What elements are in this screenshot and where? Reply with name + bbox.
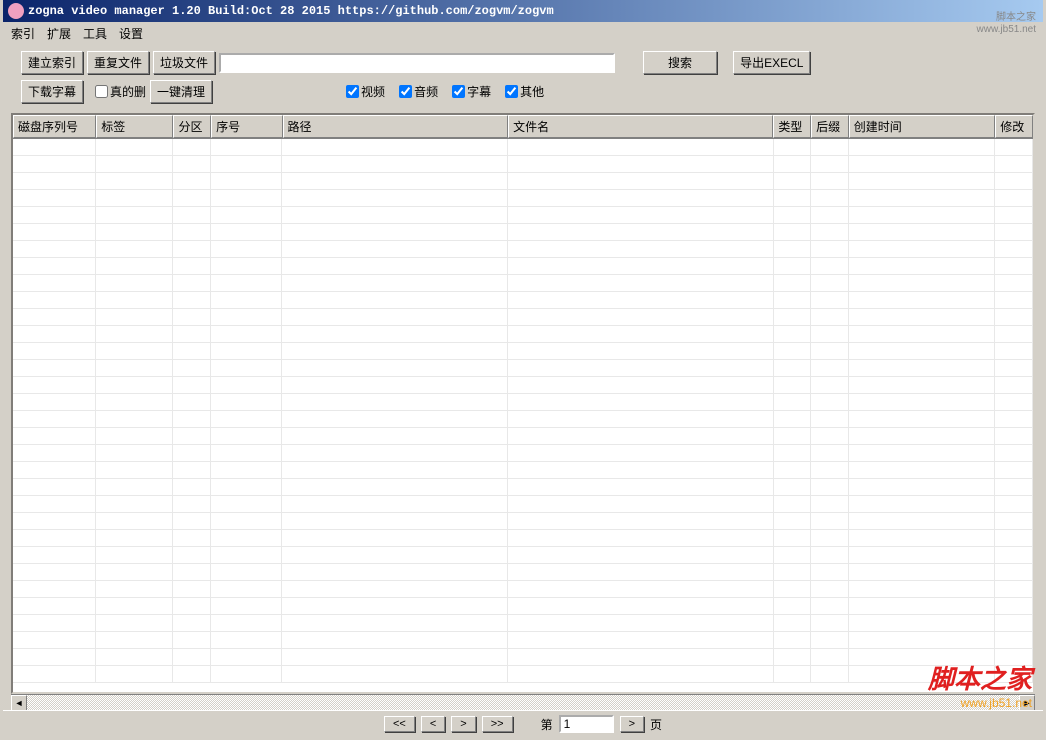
last-page-button[interactable]: >>: [482, 716, 513, 732]
column-header[interactable]: 后缀: [811, 115, 849, 138]
table-row[interactable]: [13, 649, 1033, 666]
export-excel-button[interactable]: 导出EXECL: [733, 51, 810, 74]
page-suffix-label: 页: [650, 716, 662, 733]
table-row[interactable]: [13, 258, 1033, 275]
real-delete-input[interactable]: [95, 85, 108, 98]
menubar: 索引 扩展 工具 设置: [3, 22, 1043, 45]
table-row[interactable]: [13, 513, 1033, 530]
table-row[interactable]: [13, 190, 1033, 207]
table-row[interactable]: [13, 666, 1033, 683]
column-header[interactable]: 序号: [211, 115, 282, 138]
go-page-button[interactable]: >: [620, 716, 644, 732]
menu-settings[interactable]: 设置: [119, 25, 143, 42]
table-row[interactable]: [13, 581, 1033, 598]
restore-file-button[interactable]: 重复文件: [87, 51, 149, 74]
filter-subtitle[interactable]: 字幕: [452, 83, 491, 100]
scroll-left-icon[interactable]: ◄: [11, 695, 27, 711]
table-row[interactable]: [13, 241, 1033, 258]
table-row[interactable]: [13, 224, 1033, 241]
page-number-input[interactable]: [559, 715, 614, 733]
table-row[interactable]: [13, 292, 1033, 309]
table-row[interactable]: [13, 462, 1033, 479]
data-table: 磁盘序列号标签分区序号路径文件名类型后缀创建时间修改: [11, 113, 1035, 694]
table-row[interactable]: [13, 598, 1033, 615]
table-body[interactable]: [13, 139, 1033, 692]
filter-audio[interactable]: 音频: [399, 83, 438, 100]
app-icon: [8, 3, 24, 19]
table-row[interactable]: [13, 428, 1033, 445]
titlebar: zogna video manager 1.20 Build:Oct 28 20…: [3, 0, 1043, 22]
next-page-button[interactable]: >: [451, 716, 475, 732]
column-header[interactable]: 磁盘序列号: [13, 115, 96, 138]
column-header[interactable]: 标签: [96, 115, 173, 138]
page-prefix-label: 第: [541, 716, 553, 733]
scroll-right-icon[interactable]: ►: [1019, 695, 1035, 711]
one-clean-button[interactable]: 一键清理: [150, 80, 212, 103]
table-header-row: 磁盘序列号标签分区序号路径文件名类型后缀创建时间修改: [13, 115, 1033, 139]
download-subtitle-button[interactable]: 下载字幕: [21, 80, 83, 103]
column-header[interactable]: 路径: [283, 115, 509, 138]
build-index-button[interactable]: 建立索引: [21, 51, 83, 74]
table-row[interactable]: [13, 377, 1033, 394]
table-row[interactable]: [13, 615, 1033, 632]
table-row[interactable]: [13, 479, 1033, 496]
table-row[interactable]: [13, 411, 1033, 428]
table-row[interactable]: [13, 632, 1033, 649]
column-header[interactable]: 创建时间: [849, 115, 996, 138]
trash-file-button[interactable]: 垃圾文件: [153, 51, 215, 74]
table-row[interactable]: [13, 343, 1033, 360]
column-header[interactable]: 修改: [995, 115, 1033, 138]
table-row[interactable]: [13, 309, 1033, 326]
window-title: zogna video manager 1.20 Build:Oct 28 20…: [28, 4, 554, 18]
table-row[interactable]: [13, 139, 1033, 156]
column-header[interactable]: 类型: [773, 115, 811, 138]
menu-extend[interactable]: 扩展: [47, 25, 71, 42]
menu-tools[interactable]: 工具: [83, 25, 107, 42]
column-header[interactable]: 文件名: [508, 115, 773, 138]
menu-index[interactable]: 索引: [11, 25, 35, 42]
table-row[interactable]: [13, 275, 1033, 292]
horizontal-scrollbar[interactable]: ◄ ►: [11, 694, 1035, 710]
real-delete-checkbox[interactable]: 真的删: [95, 83, 146, 100]
filter-other[interactable]: 其他: [505, 83, 544, 100]
table-row[interactable]: [13, 173, 1033, 190]
table-row[interactable]: [13, 564, 1033, 581]
search-button[interactable]: 搜索: [643, 51, 717, 74]
prev-page-button[interactable]: <: [421, 716, 445, 732]
table-row[interactable]: [13, 445, 1033, 462]
table-row[interactable]: [13, 207, 1033, 224]
filter-video[interactable]: 视频: [346, 83, 385, 100]
first-page-button[interactable]: <<: [384, 716, 415, 732]
table-row[interactable]: [13, 360, 1033, 377]
table-row[interactable]: [13, 394, 1033, 411]
table-row[interactable]: [13, 326, 1033, 343]
search-input[interactable]: [219, 53, 615, 73]
table-row[interactable]: [13, 547, 1033, 564]
table-row[interactable]: [13, 156, 1033, 173]
table-row[interactable]: [13, 496, 1033, 513]
column-header[interactable]: 分区: [173, 115, 211, 138]
statusbar: << < > >> 第 > 页: [3, 710, 1043, 737]
table-row[interactable]: [13, 530, 1033, 547]
